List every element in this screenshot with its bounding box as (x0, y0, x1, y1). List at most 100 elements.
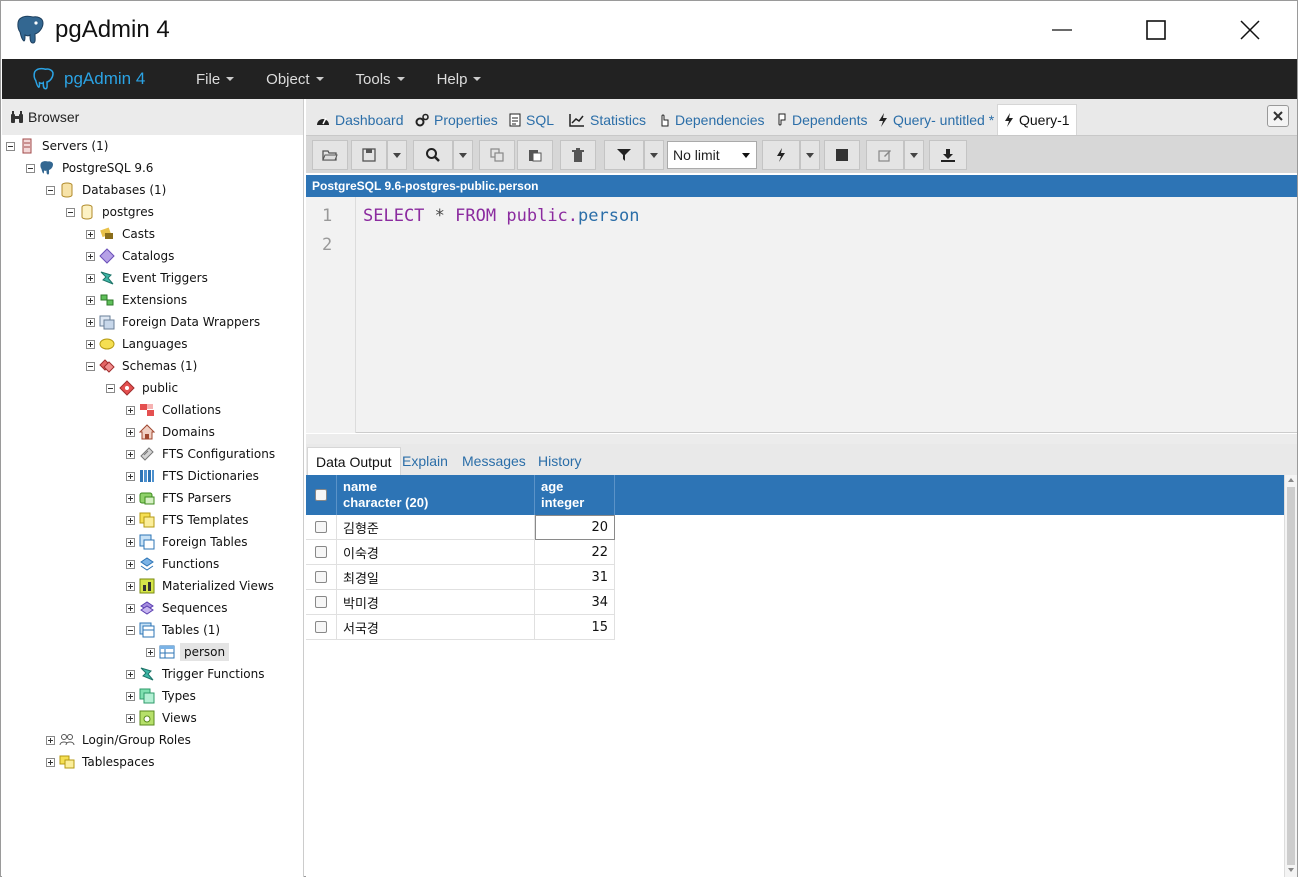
scrollbar-thumb[interactable] (1287, 487, 1295, 865)
menu-object[interactable]: Object (252, 71, 337, 88)
tree-item-fts-configurations[interactable]: FTS Configurations (126, 443, 277, 465)
row-select-cell[interactable] (306, 615, 337, 640)
tree-item-fts-parsers[interactable]: FTS Parsers (126, 487, 233, 509)
sql-code[interactable]: SELECT * FROM public.person (363, 206, 639, 226)
expand-toggle[interactable] (86, 273, 95, 283)
expand-toggle[interactable] (126, 449, 135, 459)
collapse-toggle[interactable] (86, 361, 95, 371)
tree-item-servers[interactable]: Servers (1) (6, 135, 110, 157)
expand-toggle[interactable] (86, 295, 95, 305)
tab-dependencies[interactable]: Dependencies (652, 105, 771, 135)
menu-tools[interactable]: Tools (342, 71, 419, 88)
expand-toggle[interactable] (126, 581, 135, 591)
row-checkbox[interactable] (315, 521, 327, 533)
tree-item-person[interactable]: person (146, 641, 230, 663)
cell-name[interactable]: 서국경 (337, 615, 535, 640)
cell-name[interactable]: 이숙경 (337, 540, 535, 565)
tree-item-collations[interactable]: Collations (126, 399, 223, 421)
tree-item-databases[interactable]: Databases (1) (46, 179, 168, 201)
expand-toggle[interactable] (126, 493, 135, 503)
tab-statistics[interactable]: Statistics (563, 105, 652, 135)
expand-toggle[interactable] (86, 339, 95, 349)
expand-toggle[interactable] (46, 757, 55, 767)
panel-splitter[interactable] (306, 434, 1297, 444)
edit-button[interactable] (866, 140, 904, 170)
tree-item-foreign-tables[interactable]: Foreign Tables (126, 531, 250, 553)
tree-item-fdw[interactable]: Foreign Data Wrappers (86, 311, 262, 333)
tab-explain[interactable]: Explain (394, 447, 456, 475)
collapse-toggle[interactable] (106, 383, 115, 393)
select-all-checkbox[interactable] (315, 489, 327, 501)
tab-dashboard[interactable]: Dashboard (310, 105, 410, 135)
tree-item-login-group-roles[interactable]: Login/Group Roles (46, 729, 193, 751)
tree-item-extensions[interactable]: Extensions (86, 289, 189, 311)
stop-button[interactable] (824, 140, 860, 170)
row-checkbox[interactable] (315, 546, 327, 558)
row-limit-select[interactable]: No limit (667, 141, 757, 169)
tree-item-tables[interactable]: Tables (1) (126, 619, 222, 641)
row-select-cell[interactable] (306, 565, 337, 590)
expand-toggle[interactable] (86, 229, 95, 239)
expand-toggle[interactable] (126, 713, 135, 723)
copy-button[interactable] (479, 140, 515, 170)
row-checkbox[interactable] (315, 571, 327, 583)
open-file-button[interactable] (312, 140, 348, 170)
expand-toggle[interactable] (126, 669, 135, 679)
tree-item-trigger-functions[interactable]: Trigger Functions (126, 663, 267, 685)
tree-item-fts-dictionaries[interactable]: FTS Dictionaries (126, 465, 261, 487)
cell-name[interactable]: 박미경 (337, 590, 535, 615)
tree-item-views[interactable]: Views (126, 707, 199, 729)
tree-item-postgresql[interactable]: PostgreSQL 9.6 (26, 157, 155, 179)
maximize-button[interactable] (1109, 1, 1203, 59)
cell-name[interactable]: 최경일 (337, 565, 535, 590)
expand-toggle[interactable] (126, 691, 135, 701)
tab-history[interactable]: History (530, 447, 590, 475)
edit-dropdown-button[interactable] (904, 140, 924, 170)
collapse-toggle[interactable] (126, 625, 135, 635)
collapse-toggle[interactable] (6, 141, 15, 151)
save-button[interactable] (351, 140, 387, 170)
brand[interactable]: pgAdmin 4 (32, 67, 182, 91)
collapse-toggle[interactable] (26, 163, 35, 173)
tab-query-untitled[interactable]: Query- untitled * (872, 105, 1000, 135)
filter-dropdown-button[interactable] (644, 140, 664, 170)
tab-query-1[interactable]: Query-1 (997, 104, 1077, 135)
tree-item-languages[interactable]: Languages (86, 333, 189, 355)
find-button[interactable] (413, 140, 453, 170)
close-window-button[interactable] (1203, 1, 1297, 59)
execute-button[interactable] (762, 140, 800, 170)
expand-toggle[interactable] (46, 735, 55, 745)
tree-item-fts-templates[interactable]: FTS Templates (126, 509, 250, 531)
tab-dependents[interactable]: Dependents (769, 105, 874, 135)
expand-toggle[interactable] (86, 251, 95, 261)
scroll-up-icon[interactable] (1288, 478, 1294, 482)
download-button[interactable] (929, 140, 967, 170)
cell-name[interactable]: 김형준 (337, 515, 535, 540)
tab-sql[interactable]: SQL (503, 105, 560, 135)
save-dropdown-button[interactable] (387, 140, 407, 170)
row-checkbox[interactable] (315, 621, 327, 633)
expand-toggle[interactable] (126, 405, 135, 415)
tab-messages[interactable]: Messages (454, 447, 534, 475)
scroll-down-icon[interactable] (1288, 868, 1294, 872)
column-header-age[interactable]: age integer (535, 475, 615, 515)
paste-button[interactable] (517, 140, 553, 170)
close-panel-button[interactable] (1267, 105, 1289, 127)
cell-age[interactable]: 15 (535, 615, 615, 640)
menu-file[interactable]: File (182, 71, 248, 88)
sql-editor[interactable]: 1 2 SELECT * FROM public.person (306, 197, 1297, 433)
tree-item-postgres[interactable]: postgres (66, 201, 156, 223)
tab-properties[interactable]: Properties (409, 105, 504, 135)
grid-scrollbar[interactable] (1284, 475, 1297, 877)
tree-item-schemas[interactable]: Schemas (1) (86, 355, 199, 377)
tree-item-casts[interactable]: Casts (86, 223, 157, 245)
expand-toggle[interactable] (126, 603, 135, 613)
tree-item-domains[interactable]: Domains (126, 421, 217, 443)
execute-dropdown-button[interactable] (800, 140, 820, 170)
cell-age[interactable]: 34 (535, 590, 615, 615)
row-select-cell[interactable] (306, 590, 337, 615)
tree-item-tablespaces[interactable]: Tablespaces (46, 751, 157, 773)
cell-age[interactable]: 22 (535, 540, 615, 565)
minimize-button[interactable] (1015, 1, 1109, 59)
expand-toggle[interactable] (126, 537, 135, 547)
